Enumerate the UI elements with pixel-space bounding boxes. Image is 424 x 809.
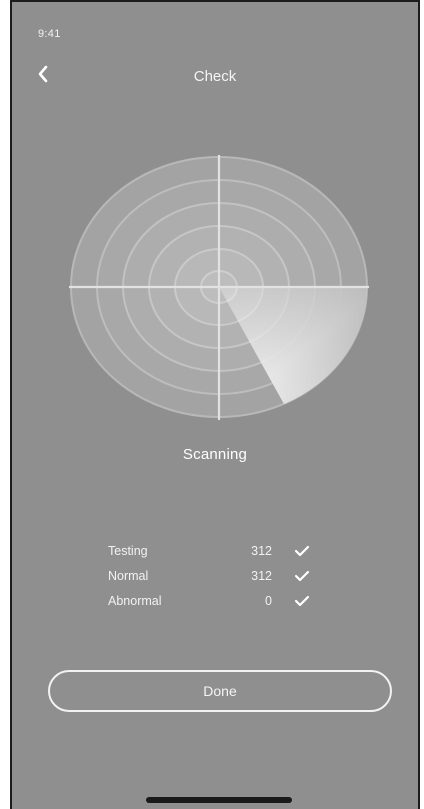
results-list: Testing 312 Normal 312 Abnormal 0: [108, 542, 318, 617]
check-icon: [294, 545, 310, 557]
result-label: Abnormal: [108, 594, 162, 608]
result-label: Normal: [108, 569, 149, 583]
result-value: 312: [251, 544, 272, 558]
result-value: 0: [265, 594, 272, 608]
scan-status-label: Scanning: [182, 446, 248, 463]
radar-scanner-graphic: [69, 155, 369, 420]
status-bar-time: 9:41: [38, 28, 61, 40]
check-icon: [294, 570, 310, 582]
result-row-abnormal: Abnormal 0: [108, 592, 318, 617]
check-icon: [294, 595, 310, 607]
home-indicator[interactable]: [146, 797, 292, 803]
result-row-testing: Testing 312: [108, 542, 318, 567]
result-row-normal: Normal 312: [108, 567, 318, 592]
app-screen: 9:41 Check Scanning Testing 312 Normal 3…: [10, 0, 420, 809]
page-title: Check: [193, 68, 237, 85]
result-value: 312: [251, 569, 272, 583]
done-button[interactable]: Done: [48, 670, 392, 712]
result-label: Testing: [108, 544, 148, 558]
